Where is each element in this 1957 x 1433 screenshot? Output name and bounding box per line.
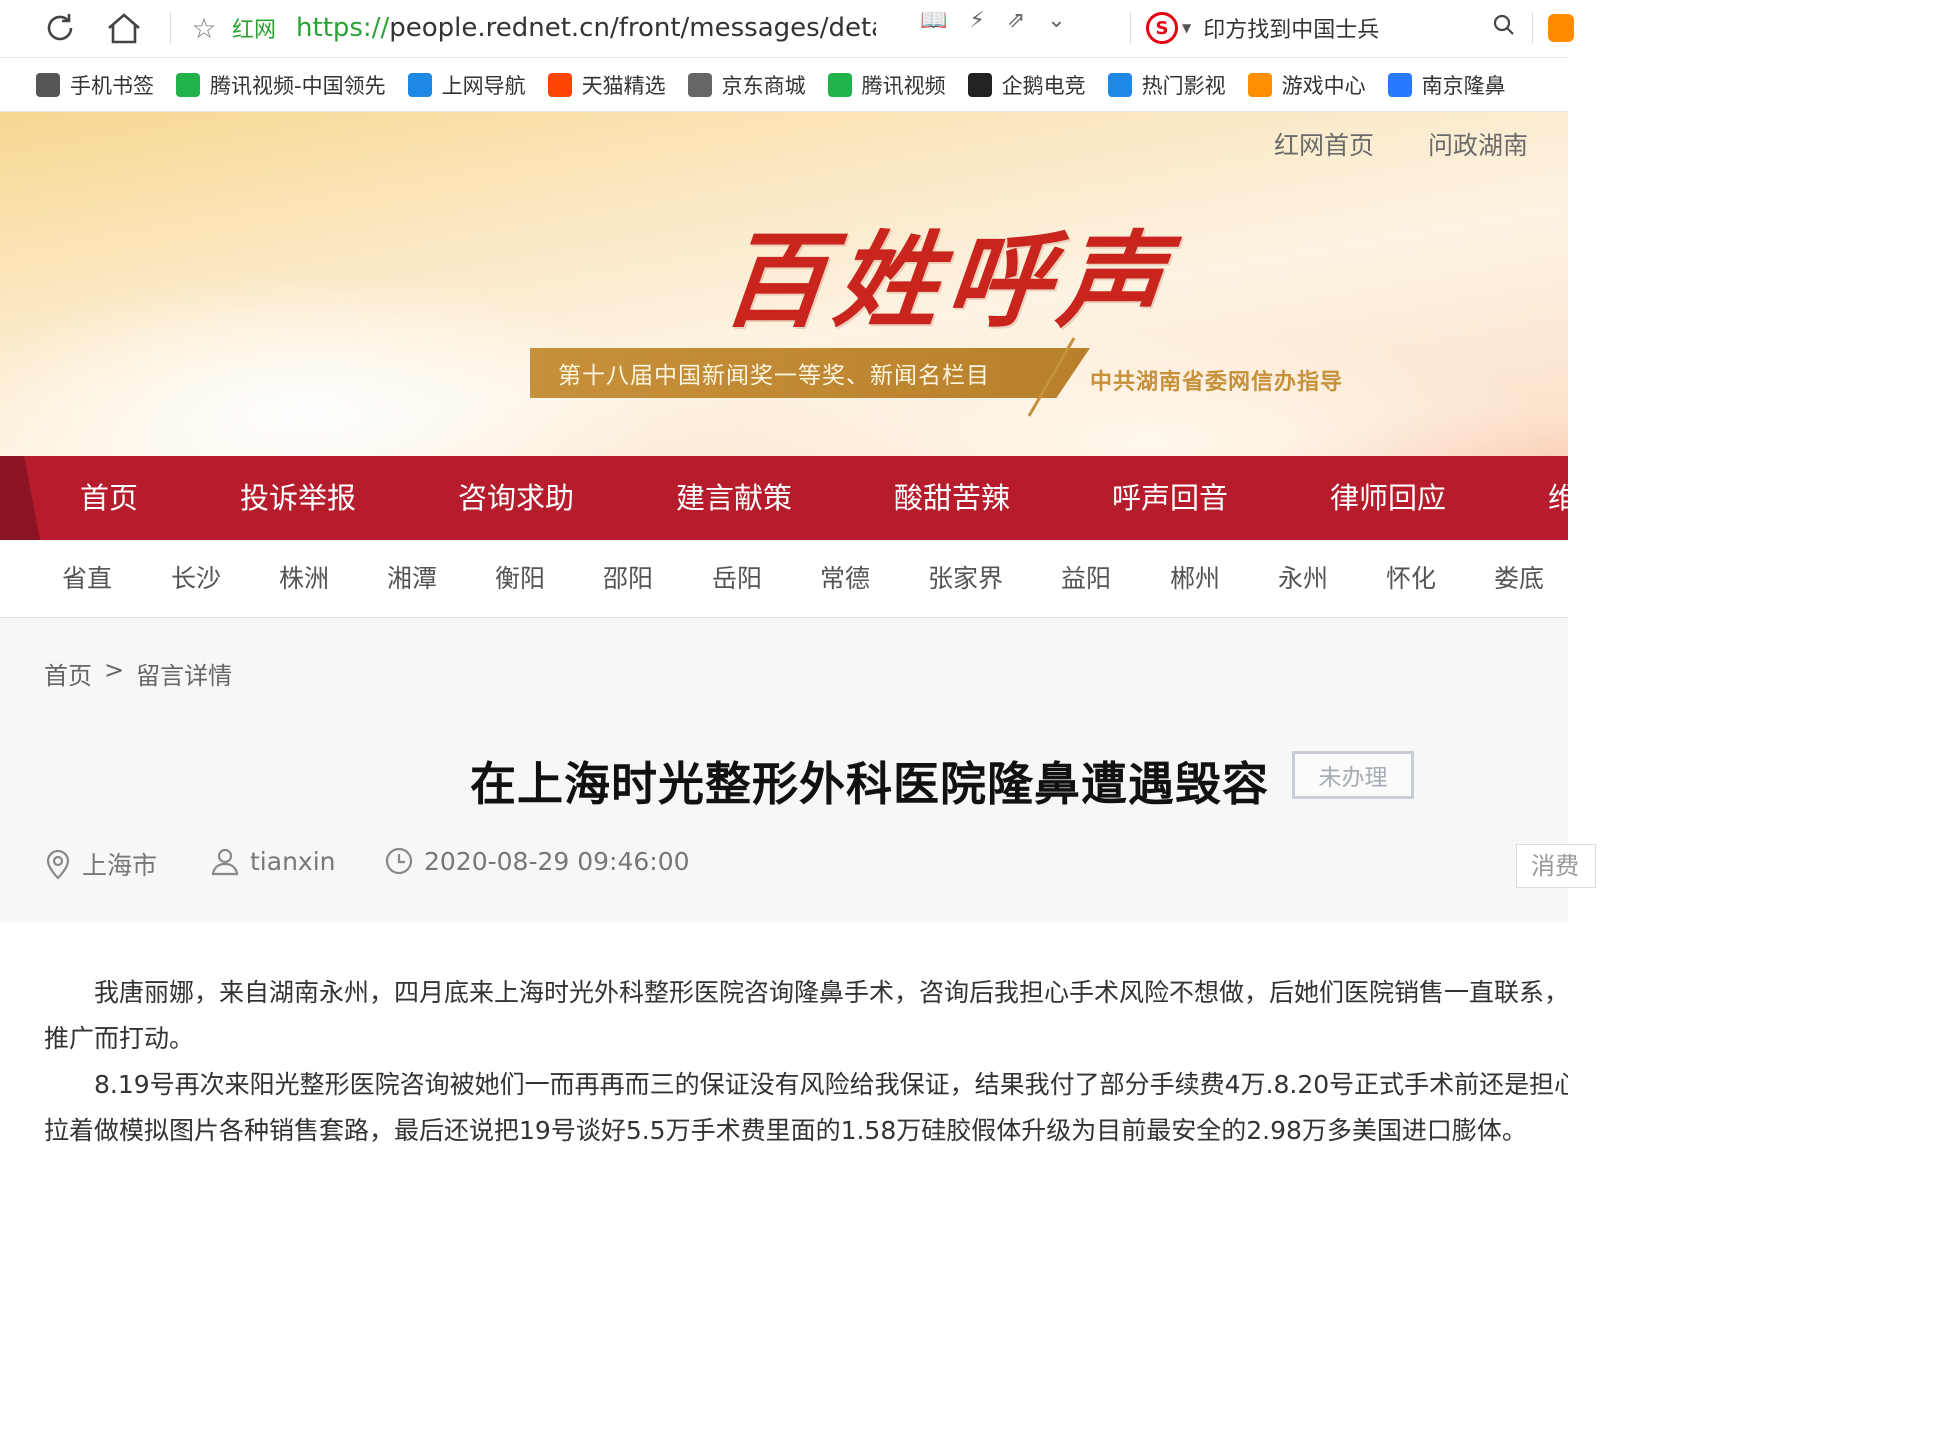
engine-dropdown-icon[interactable]: ▼ — [1182, 21, 1191, 35]
reader-mode-icon[interactable]: 📖 — [920, 8, 947, 33]
ie-icon — [407, 72, 432, 97]
category-tag[interactable]: 消费 — [1516, 844, 1596, 888]
url-text[interactable]: https://people.rednet.cn/front/messages/… — [296, 13, 876, 43]
bookmark-item[interactable]: 腾讯视频-中国领先 — [176, 70, 386, 100]
share-icon[interactable]: ⇗ — [1007, 8, 1025, 33]
phone-icon — [36, 72, 60, 97]
author-text: tianxin — [250, 846, 336, 876]
city-item[interactable]: 怀化 — [1386, 540, 1436, 618]
breadcrumb: 首页 > 留言详情 — [44, 656, 232, 691]
body-line: 8.19号再次来阳光整形医院咨询被她们一而再再而三的保证没有风险给我保证，结果我… — [44, 1070, 1568, 1099]
nav-item-lawyer[interactable]: 律师回应 — [1330, 456, 1446, 540]
city-item[interactable]: 益阳 — [1061, 540, 1111, 618]
user-icon — [210, 846, 240, 876]
breadcrumb-separator: > — [104, 656, 125, 684]
reload-icon[interactable] — [38, 6, 82, 50]
bookmark-item[interactable]: 南京隆鼻 — [1387, 70, 1506, 100]
nav-item-consult[interactable]: 咨询求助 — [458, 456, 574, 540]
status-badge: 未办理 — [1292, 751, 1414, 799]
site-banner: 红网首页 问政湖南 百姓呼声 第十八届中国新闻奖一等奖、新闻名栏目 中共湖南省委… — [0, 112, 1568, 456]
city-item[interactable]: 娄底 — [1494, 540, 1544, 618]
datetime-meta: 2020-08-29 09:46:00 — [384, 846, 690, 876]
tmall-icon — [547, 72, 572, 97]
home-icon[interactable] — [102, 6, 146, 50]
bookmark-label: 腾讯视频-中国领先 — [210, 73, 386, 98]
bookmark-label: 腾讯视频 — [861, 73, 946, 98]
city-item[interactable]: 长沙 — [171, 540, 221, 618]
body-line: 我唐丽娜，来自湖南永州，四月底来上海时光外科整形医院咨询隆鼻手术，咨询后我担心手… — [44, 978, 1568, 1007]
nav-item-complaint[interactable]: 投诉举报 — [240, 456, 356, 540]
city-item[interactable]: 张家界 — [928, 540, 1003, 618]
chevron-down-icon[interactable]: ⌄ — [1047, 8, 1065, 33]
nav-item-suggestion[interactable]: 建言献策 — [676, 456, 792, 540]
location-pin-icon — [44, 848, 72, 880]
city-item[interactable]: 株洲 — [279, 540, 329, 618]
page-title: 在上海时光整形外科医院隆鼻遭遇毁容 — [470, 757, 1269, 811]
city-item[interactable]: 岳阳 — [712, 540, 762, 618]
wenzheng-hunan-link[interactable]: 问政湖南 — [1428, 126, 1528, 162]
baidu-paw-icon — [1387, 72, 1412, 97]
city-item[interactable]: 常德 — [820, 540, 870, 618]
main-nav: 首页 投诉举报 咨询求助 建言献策 酸甜苦辣 呼声回音 律师回应 维 — [0, 456, 1577, 540]
bookmark-label: 天猫精选 — [581, 73, 666, 98]
gamepad-icon — [1247, 72, 1272, 97]
body-line: 拉着做模拟图片各种销售套路，最后还说把19号谈好5.5万手术费里面的1.58万硅… — [44, 1116, 1527, 1145]
author-meta: tianxin — [210, 846, 336, 876]
city-item[interactable]: 衡阳 — [495, 540, 545, 618]
search-input[interactable]: 印方找到中国士兵 — [1203, 12, 1379, 44]
nav-item-life[interactable]: 酸甜苦辣 — [894, 456, 1010, 540]
city-item[interactable]: 省直 — [62, 540, 112, 618]
extension-icon[interactable] — [1548, 14, 1574, 42]
bookmark-item[interactable]: 企鹅电竞 — [967, 70, 1086, 100]
tencent-video-icon — [827, 72, 852, 97]
bookmark-item[interactable]: 手机书签 — [36, 70, 154, 100]
search-icon[interactable] — [1492, 13, 1516, 43]
bookmark-item[interactable]: 上网导航 — [407, 70, 526, 100]
bookmark-item[interactable]: 游戏中心 — [1247, 70, 1366, 100]
guidance-text: 中共湖南省委网信办指导 — [1090, 370, 1344, 395]
location-meta: 上海市 — [44, 846, 157, 882]
play-icon — [1107, 72, 1132, 97]
bookmark-label: 企鹅电竞 — [1001, 73, 1086, 98]
tencent-video-icon — [176, 72, 200, 97]
city-item[interactable]: 郴州 — [1170, 540, 1220, 618]
body-line: 推广而打动。 — [44, 1024, 195, 1053]
bookmark-item[interactable]: 腾讯视频 — [827, 70, 946, 100]
datetime-text: 2020-08-29 09:46:00 — [424, 846, 690, 876]
bookmark-item[interactable]: 京东商城 — [687, 70, 806, 100]
sogou-logo-icon[interactable]: S — [1146, 12, 1178, 44]
bookmark-label: 热门影视 — [1141, 73, 1226, 98]
bookmark-label: 京东商城 — [721, 73, 806, 98]
bookmark-star-icon[interactable]: ☆ — [176, 12, 232, 45]
bookmark-label: 手机书签 — [70, 73, 154, 98]
site-label: 红网 — [232, 18, 277, 43]
message-header: 首页 > 留言详情 在上海时光整形外科医院隆鼻遭遇毁容 未办理 上海市 tian… — [0, 618, 1596, 922]
nav-item-feedback[interactable]: 呼声回音 — [1112, 456, 1228, 540]
banner-title: 百姓呼声 — [716, 219, 1178, 342]
city-nav: 省直 长沙 株洲 湘潭 衡阳 邵阳 岳阳 常德 张家界 益阳 郴州 永州 怀化 … — [0, 540, 1568, 618]
bookmarks-bar: 手机书签 腾讯视频-中国领先 上网导航 天猫精选 京东商城 腾讯视频 企鹅电竞 热门影视 游戏中… — [0, 58, 1568, 112]
bookmark-item[interactable]: 热门影视 — [1107, 70, 1226, 100]
city-item[interactable]: 湘潭 — [387, 540, 437, 618]
penguin-esports-icon — [967, 72, 992, 97]
bookmark-item[interactable]: 天猫精选 — [547, 70, 666, 100]
clock-icon — [384, 846, 414, 876]
bookmark-label: 上网导航 — [441, 73, 526, 98]
nav-item-home[interactable]: 首页 — [80, 456, 138, 540]
search-box[interactable]: S ▼ 印方找到中国士兵 — [1140, 6, 1540, 50]
message-body: 我唐丽娜，来自湖南永州，四月底来上海时光外科整形医院咨询隆鼻手术，咨询后我担心手… — [0, 922, 1568, 1146]
globe-icon — [687, 72, 712, 97]
nav-item-more[interactable]: 维 — [1548, 456, 1577, 540]
lightning-icon[interactable]: ⚡ — [969, 8, 984, 33]
breadcrumb-home[interactable]: 首页 — [44, 656, 92, 691]
city-item[interactable]: 永州 — [1278, 540, 1328, 618]
bookmark-label: 游戏中心 — [1281, 73, 1366, 98]
award-ribbon: 第十八届中国新闻奖一等奖、新闻名栏目 — [530, 348, 1090, 398]
bookmark-label: 南京隆鼻 — [1421, 73, 1506, 98]
rednet-home-link[interactable]: 红网首页 — [1274, 126, 1374, 162]
location-text: 上海市 — [82, 851, 158, 880]
city-item[interactable]: 邵阳 — [603, 540, 653, 618]
browser-toolbar: ☆ 红网 https://people.rednet.cn/front/mess… — [0, 0, 1574, 58]
breadcrumb-current: 留言详情 — [136, 662, 233, 690]
